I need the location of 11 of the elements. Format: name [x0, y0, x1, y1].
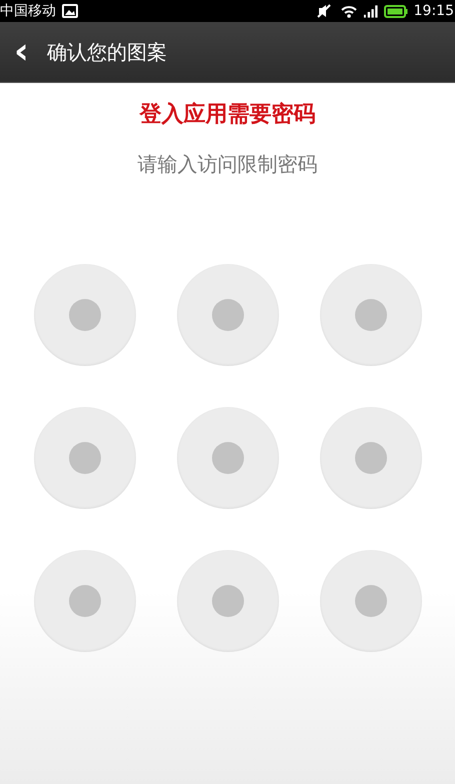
battery-icon [384, 4, 408, 18]
carrier-name: 中国移动 [0, 2, 56, 20]
image-icon [62, 4, 78, 18]
heading-text: 登入应用需要密码 [140, 100, 316, 129]
clock-time: 19:15 [414, 3, 454, 19]
back-button[interactable]: ‹ [10, 34, 33, 70]
wifi-icon [340, 4, 357, 18]
muted-icon [316, 4, 331, 18]
signal-icon [362, 4, 378, 18]
screen-title: 确认您的图案 [46, 38, 167, 66]
instruction-text: 请输入访问限制密码 [138, 151, 318, 178]
